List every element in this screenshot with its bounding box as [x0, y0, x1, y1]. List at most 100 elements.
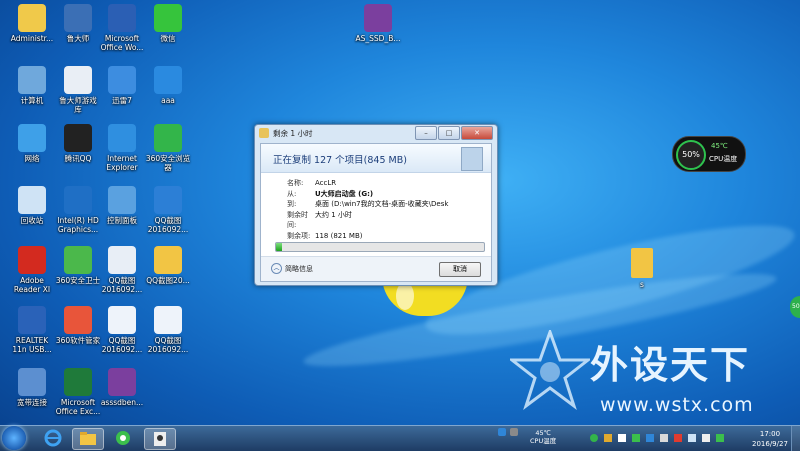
desktop-icon-label: QQ截图 2016092...	[147, 216, 189, 234]
volume-tray-icon[interactable]	[702, 434, 710, 442]
notification-icons	[590, 434, 724, 442]
computer-icon	[18, 66, 46, 94]
qq-tray-icon[interactable]	[618, 434, 626, 442]
copy-progress-bar	[275, 242, 485, 252]
desktop-icon[interactable]: QQ截图 2016092...	[138, 186, 198, 234]
copy-progress-fill	[276, 243, 283, 251]
360-safe-icon	[64, 246, 92, 274]
adobe-reader-icon	[18, 246, 46, 274]
network-icon	[18, 124, 46, 152]
cpu-label: CPU温度	[709, 155, 738, 163]
screenshot-icon	[108, 246, 136, 274]
more-info-label: 简略信息	[285, 264, 313, 273]
desktop-icon[interactable]: aaa	[138, 66, 198, 105]
desktop-icon[interactable]: QQ截图 2016092...	[138, 306, 198, 354]
watermark-url: www.wstx.com	[600, 394, 754, 416]
tray-icon[interactable]	[498, 428, 506, 436]
control-panel-icon	[108, 186, 136, 214]
detail-key: 从:	[287, 189, 297, 198]
screenshot-icon	[154, 306, 182, 334]
detail-value: AccLR	[315, 179, 337, 187]
excel-icon	[64, 368, 92, 396]
folder-icon	[259, 128, 269, 138]
taskbar-360-browser[interactable]	[108, 428, 138, 448]
broadband-icon	[18, 368, 46, 396]
taskbar-cpu-temp[interactable]: 45℃ CPU温度	[530, 429, 556, 445]
qq-icon	[64, 124, 92, 152]
folder-icon	[154, 246, 182, 274]
360-browser-icon	[154, 124, 182, 152]
desktop-icon-label: asssdben...	[100, 398, 144, 407]
detail-row: 到: 桌面 (D:\win7我的文档-桌面-收藏夹\Desk	[287, 199, 448, 210]
dialog-titlebar[interactable]: 剩余 1 小时 – □ ✕	[255, 125, 497, 142]
more-info-toggle[interactable]: ︿ 简略信息	[271, 263, 313, 274]
detail-value: 大约 1 小时	[315, 210, 352, 219]
network-tray-icon[interactable]	[688, 434, 696, 442]
maximize-button[interactable]: □	[438, 126, 460, 140]
taskbar: 45℃ CPU温度 17:00 2016/9/27	[0, 425, 800, 451]
close-button[interactable]: ✕	[461, 126, 493, 140]
battery-tray-icon[interactable]	[716, 434, 724, 442]
winrar-icon	[108, 368, 136, 396]
watermark: 外设天下 www.wstx.com	[510, 330, 790, 420]
usb-tray-icon[interactable]	[604, 434, 612, 442]
watermark-brand: 外设天下	[590, 343, 751, 387]
detail-key: 名称:	[287, 179, 304, 187]
detail-row: 从: U大师启动盘 (G:)	[287, 189, 448, 200]
360-software-icon	[64, 306, 92, 334]
taskbar-explorer[interactable]	[72, 428, 104, 450]
taskbar-ie[interactable]	[38, 428, 68, 448]
desktop-icon[interactable]: AS_SSD_B...	[348, 4, 408, 43]
360-browser-icon	[116, 431, 130, 445]
desktop-icon-loose-file[interactable]: s	[612, 248, 672, 289]
intel-graphics-icon	[64, 186, 92, 214]
desktop-icon-label: 360安全浏览 器	[145, 154, 191, 172]
realtek-icon	[18, 306, 46, 334]
desktop-icon-label: s	[640, 280, 644, 289]
detail-row: 剩余时间: 大约 1 小时	[287, 210, 448, 231]
desktop-icon[interactable]: 360安全浏览 器	[138, 124, 198, 172]
recycle-bin-icon	[18, 186, 46, 214]
thunder-tray-icon[interactable]	[646, 434, 654, 442]
desktop-icon-label: QQ截图 2016092...	[147, 336, 189, 354]
detail-key: 剩余时间:	[287, 210, 308, 230]
desktop-icon[interactable]: 微信	[138, 4, 198, 43]
side-badge[interactable]: 50%	[790, 296, 800, 318]
wechat-tray-icon[interactable]	[632, 434, 640, 442]
tray-icon[interactable]	[510, 428, 518, 436]
desktop: 外设天下 www.wstx.com Administr... 鲁大师 Microso…	[0, 0, 800, 425]
taskbar-app[interactable]	[144, 428, 176, 450]
copy-details: 名称: AccLR 从: U大师启动盘 (G:) 到: 桌面 (D:\win7我的文档-桌…	[287, 178, 448, 252]
360-tray-icon[interactable]	[590, 434, 598, 442]
detail-value: 118 (821 MB)	[315, 231, 363, 240]
cancel-button[interactable]: 取消	[439, 262, 481, 277]
desktop-icon[interactable]: asssdben...	[92, 368, 152, 407]
ime-tray-icon[interactable]	[660, 434, 668, 442]
detail-row: 名称: AccLR	[287, 178, 448, 189]
minimize-button[interactable]: –	[415, 126, 437, 140]
detail-value: 桌面 (D:\win7我的文档-桌面-收藏夹\Desk	[315, 200, 449, 208]
screenshot-icon	[108, 306, 136, 334]
adobe-tray-icon[interactable]	[674, 434, 682, 442]
desktop-icon[interactable]: QQ截图20...	[138, 246, 198, 285]
ie-icon	[44, 429, 62, 447]
wallpaper-flower-highlight	[396, 282, 414, 310]
cpu-gadget[interactable]: 50% 45℃ CPU温度	[672, 136, 746, 172]
start-button[interactable]	[2, 426, 26, 450]
show-desktop-button[interactable]	[791, 426, 800, 451]
file-icon	[631, 248, 653, 278]
copy-summary: 正在复制 127 个项目(845 MB)	[273, 155, 407, 166]
taskbar-cpu-temp-value: 45℃	[535, 429, 551, 437]
dialog-body: 正在复制 127 个项目(845 MB) 名称: AccLR 从: U大师启动盘 (G…	[260, 143, 492, 282]
folder-icon	[80, 432, 96, 445]
clock[interactable]: 17:00 2016/9/27	[752, 429, 788, 449]
desktop-icon-label: 微信	[160, 34, 176, 43]
clock-time: 17:00	[759, 430, 781, 438]
ie-icon	[108, 124, 136, 152]
winrar-icon	[364, 4, 392, 32]
detail-key: 到:	[287, 200, 297, 208]
dialog-title: 剩余 1 小时	[273, 129, 313, 138]
chevron-up-icon: ︿	[271, 263, 282, 274]
wechat-icon	[154, 4, 182, 32]
picture-icon	[154, 66, 182, 94]
